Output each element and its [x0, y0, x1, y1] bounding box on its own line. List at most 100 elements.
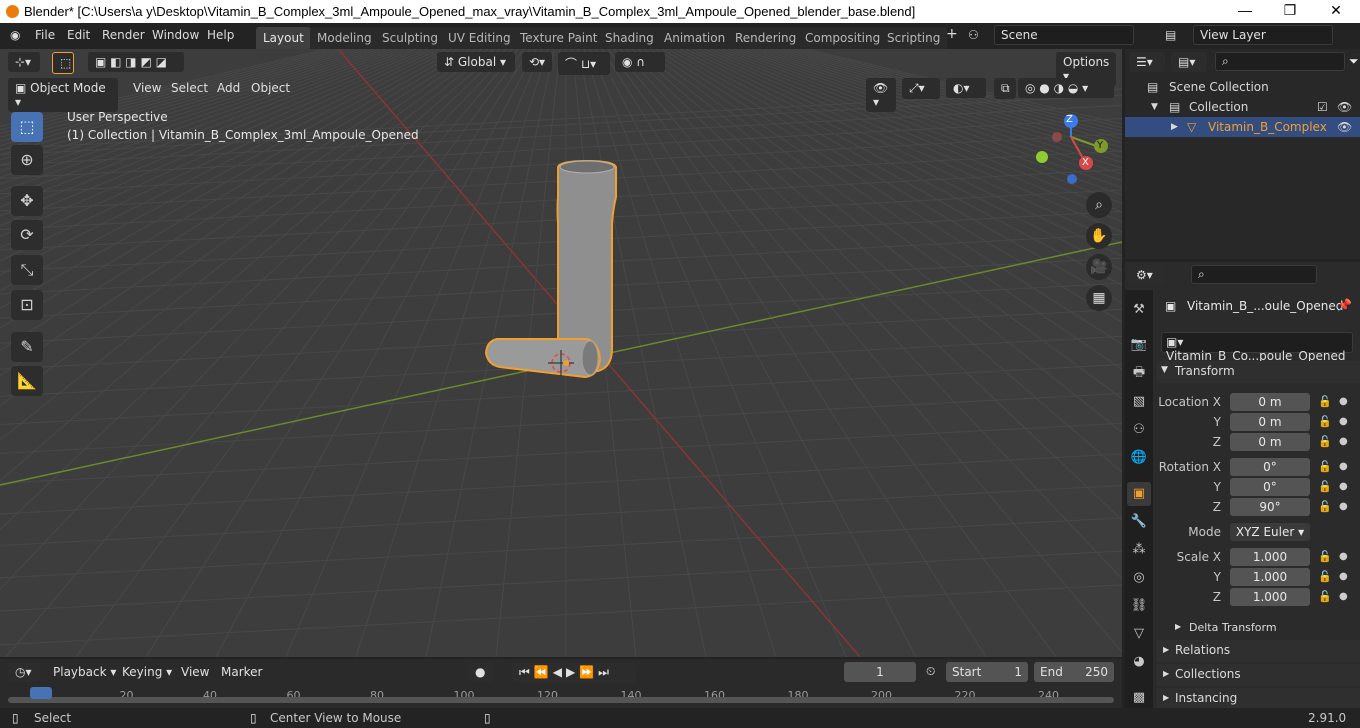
render-tab-icon[interactable]: 📷 [1127, 333, 1151, 357]
visibility-eye-icon[interactable]: 👁▾ [866, 78, 896, 112]
keyframe-dot-icon[interactable]: ● [1339, 481, 1348, 492]
ampoule-object[interactable] [484, 159, 617, 379]
menu-file[interactable]: File [35, 28, 55, 42]
modifier-tab-icon[interactable]: 🔧 [1127, 510, 1151, 534]
menu-object[interactable]: Object [244, 78, 297, 98]
properties-search-input[interactable]: ⌕ [1191, 265, 1317, 284]
keyframe-dot-icon[interactable]: ● [1339, 436, 1348, 447]
lock-icon[interactable]: 🔓 [1318, 570, 1332, 583]
view-layer-selector[interactable]: View Layer [1193, 25, 1333, 45]
menu-add[interactable]: Add [210, 78, 247, 98]
ortho-grid-icon[interactable]: ▦ [1086, 285, 1112, 311]
data-tab-icon[interactable]: ▽ [1127, 622, 1151, 646]
measure-tool-icon[interactable]: 📐 [11, 366, 43, 396]
lock-icon[interactable]: 🔓 [1318, 435, 1332, 448]
keyframe-dot-icon[interactable]: ● [1339, 551, 1348, 562]
select-tool-icon[interactable]: ⬚ [11, 112, 43, 142]
pivot-point-icon[interactable]: ⟲▾ [522, 52, 552, 72]
outliner-row-scene-collection[interactable]: ▤ Scene Collection [1125, 77, 1360, 97]
timeline-scrollbar[interactable] [8, 697, 1114, 703]
tab-texture-paint[interactable]: Texture Paint [513, 27, 605, 49]
menu-window[interactable]: Window [152, 28, 199, 42]
tab-animation[interactable]: Animation [657, 27, 733, 49]
cursor-tool-icon[interactable]: ⊕ [11, 145, 43, 175]
zoom-icon[interactable]: ⌕ [1086, 192, 1112, 218]
transform-panel-header[interactable]: ▼ Transform [1157, 361, 1360, 383]
transform-tool-icon[interactable]: ⊡ [11, 290, 43, 320]
keyframe-dot-icon[interactable]: ● [1339, 591, 1348, 602]
location-x-field[interactable]: 0 m [1230, 393, 1310, 411]
tab-uv-editing[interactable]: UV Editing [441, 27, 518, 49]
outliner-search-input[interactable]: ⌕ [1215, 52, 1345, 71]
output-tab-icon[interactable]: 🖶 [1127, 361, 1151, 385]
selection-mode-buttons[interactable]: ▣ ◧ ◨ ◩ ◪ [88, 52, 184, 72]
editor-type-button[interactable]: ⊹▾ [8, 52, 40, 72]
blender-menu-icon[interactable]: ◉ [10, 28, 20, 42]
gizmo-toggle-icon[interactable]: ⤢▾ [902, 78, 940, 99]
outliner-editor-type-icon[interactable]: ☰▾ [1129, 52, 1165, 72]
scale-x-field[interactable]: 1.000 [1230, 548, 1310, 566]
tab-shading[interactable]: Shading [598, 27, 661, 49]
menu-render[interactable]: Render [102, 28, 145, 42]
menu-view[interactable]: View [126, 78, 168, 98]
lock-icon[interactable]: 🔓 [1318, 500, 1332, 513]
keyframe-dot-icon[interactable]: ● [1339, 461, 1348, 472]
overlay-toggle-icon[interactable]: ◐▾ [946, 78, 986, 98]
menu-timeline-view[interactable]: View [174, 662, 216, 682]
scene-icon[interactable]: ⚇ [968, 28, 979, 42]
xray-toggle-icon[interactable]: ⧉ [994, 78, 1016, 99]
material-tab-icon[interactable]: ◕ [1127, 650, 1151, 674]
outliner-row-collection[interactable]: ▼ ▤ Collection ☑ 👁 [1125, 97, 1360, 117]
annotate-tool-icon[interactable]: ✎ [11, 332, 43, 362]
world-tab-icon[interactable]: 🌐 [1127, 446, 1151, 470]
rotation-y-field[interactable]: 0° [1230, 478, 1310, 496]
outliner-row-object[interactable]: ▶ ▽ Vitamin_B_Complex 👁 [1125, 117, 1360, 137]
visibility-eye-icon[interactable]: 👁 [1337, 100, 1352, 114]
current-frame-field[interactable]: 1 [844, 662, 916, 682]
tab-layout[interactable]: Layout [256, 27, 311, 49]
proportional-edit-icon[interactable]: ◉ ∩ [615, 52, 665, 72]
pin-icon[interactable]: 📌 [1337, 298, 1352, 312]
tab-modeling[interactable]: Modeling [310, 27, 379, 49]
location-z-field[interactable]: 0 m [1230, 433, 1310, 451]
filter-icon[interactable]: ⏷ [1349, 54, 1359, 69]
rotate-tool-icon[interactable]: ⟳ [11, 220, 43, 250]
menu-playback[interactable]: Playback ▾ [46, 662, 123, 682]
expand-arrow-icon[interactable]: ▼ [1151, 102, 1158, 112]
keyframe-dot-icon[interactable]: ● [1339, 416, 1348, 427]
rotation-mode-dropdown[interactable]: XYZ Euler ▾ [1230, 523, 1310, 541]
particles-tab-icon[interactable]: ⁂ [1127, 538, 1151, 562]
menu-marker[interactable]: Marker [214, 662, 269, 682]
maximize-button[interactable]: ❐ [1280, 2, 1300, 20]
lock-icon[interactable]: 🔓 [1318, 460, 1332, 473]
shading-mode-buttons[interactable]: ◎ ● ◑ ◒ ▾ [1018, 78, 1114, 98]
properties-panel[interactable]: ⚙▾ ⌕ ⚒ 📷 🖶 ▧ ⚇ 🌐 ▣ 🔧 ⁂ ◎ ⛓ ▽ ◕ ▩ ▣ Vitam… [1125, 262, 1360, 708]
clock-icon[interactable]: ⏲ [926, 664, 935, 679]
menu-help[interactable]: Help [207, 28, 234, 42]
visibility-eye-icon[interactable]: 👁 [1337, 120, 1352, 134]
record-toggle-icon[interactable]: ● [468, 662, 494, 682]
menu-select[interactable]: Select [164, 78, 215, 98]
keyframe-dot-icon[interactable]: ● [1339, 396, 1348, 407]
scale-z-field[interactable]: 1.000 [1230, 588, 1310, 606]
lock-icon[interactable]: 🔓 [1318, 415, 1332, 428]
add-workspace-button[interactable]: + [946, 26, 958, 42]
physics-tab-icon[interactable]: ◎ [1127, 566, 1151, 590]
display-mode-icon[interactable]: ▤▾ [1171, 52, 1207, 72]
expand-arrow-icon[interactable]: ▶ [1171, 122, 1178, 132]
select-box-tool-icon[interactable]: ⬚ [52, 52, 74, 74]
properties-editor-type-icon[interactable]: ⚙▾ [1129, 265, 1165, 285]
transform-orientation-dropdown[interactable]: ⇵ Global ▾ [437, 52, 515, 72]
playhead-marker[interactable] [30, 687, 52, 699]
location-y-field[interactable]: 0 m [1230, 413, 1310, 431]
tab-sculpting[interactable]: Sculpting [375, 27, 446, 49]
delta-transform-subpanel[interactable]: ▶ Delta Transform [1165, 617, 1360, 639]
close-button[interactable]: ✕ [1326, 2, 1346, 20]
timeline-editor-type-icon[interactable]: ◷▾ [8, 662, 40, 682]
tool-tab-icon[interactable]: ⚒ [1127, 298, 1151, 322]
instancing-panel-header[interactable]: ▶ Instancing [1157, 688, 1360, 708]
view-layer-tab-icon[interactable]: ▧ [1127, 390, 1151, 414]
minimize-button[interactable]: — [1235, 2, 1255, 20]
lock-icon[interactable]: 🔓 [1318, 550, 1332, 563]
exclude-checkbox[interactable]: ☑ [1317, 100, 1328, 114]
